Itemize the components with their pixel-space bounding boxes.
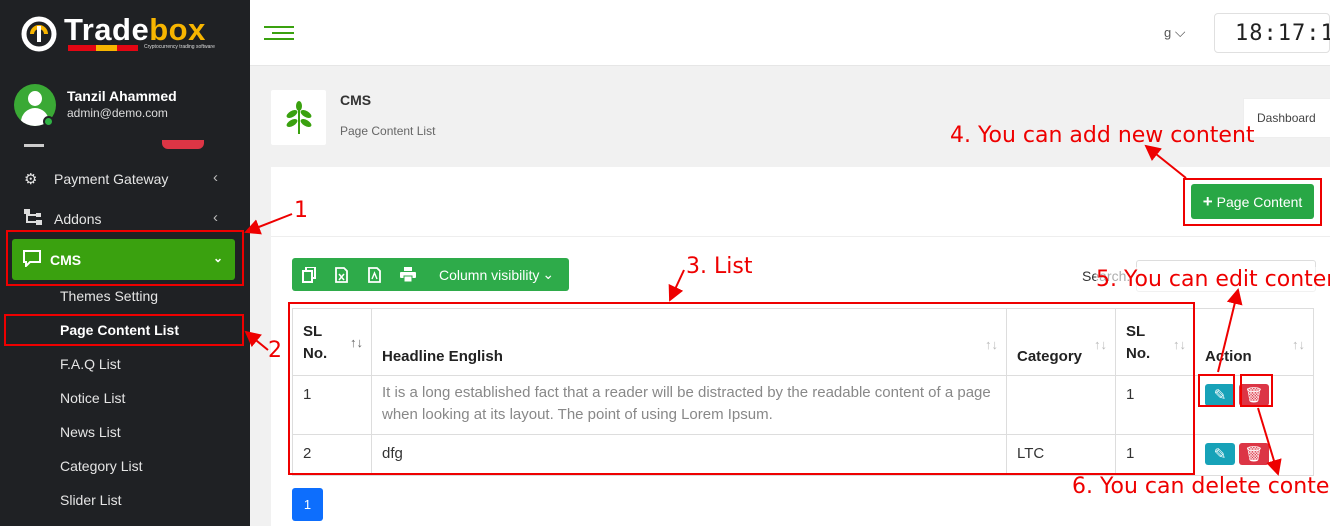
annotation-arrows xyxy=(244,144,1282,476)
